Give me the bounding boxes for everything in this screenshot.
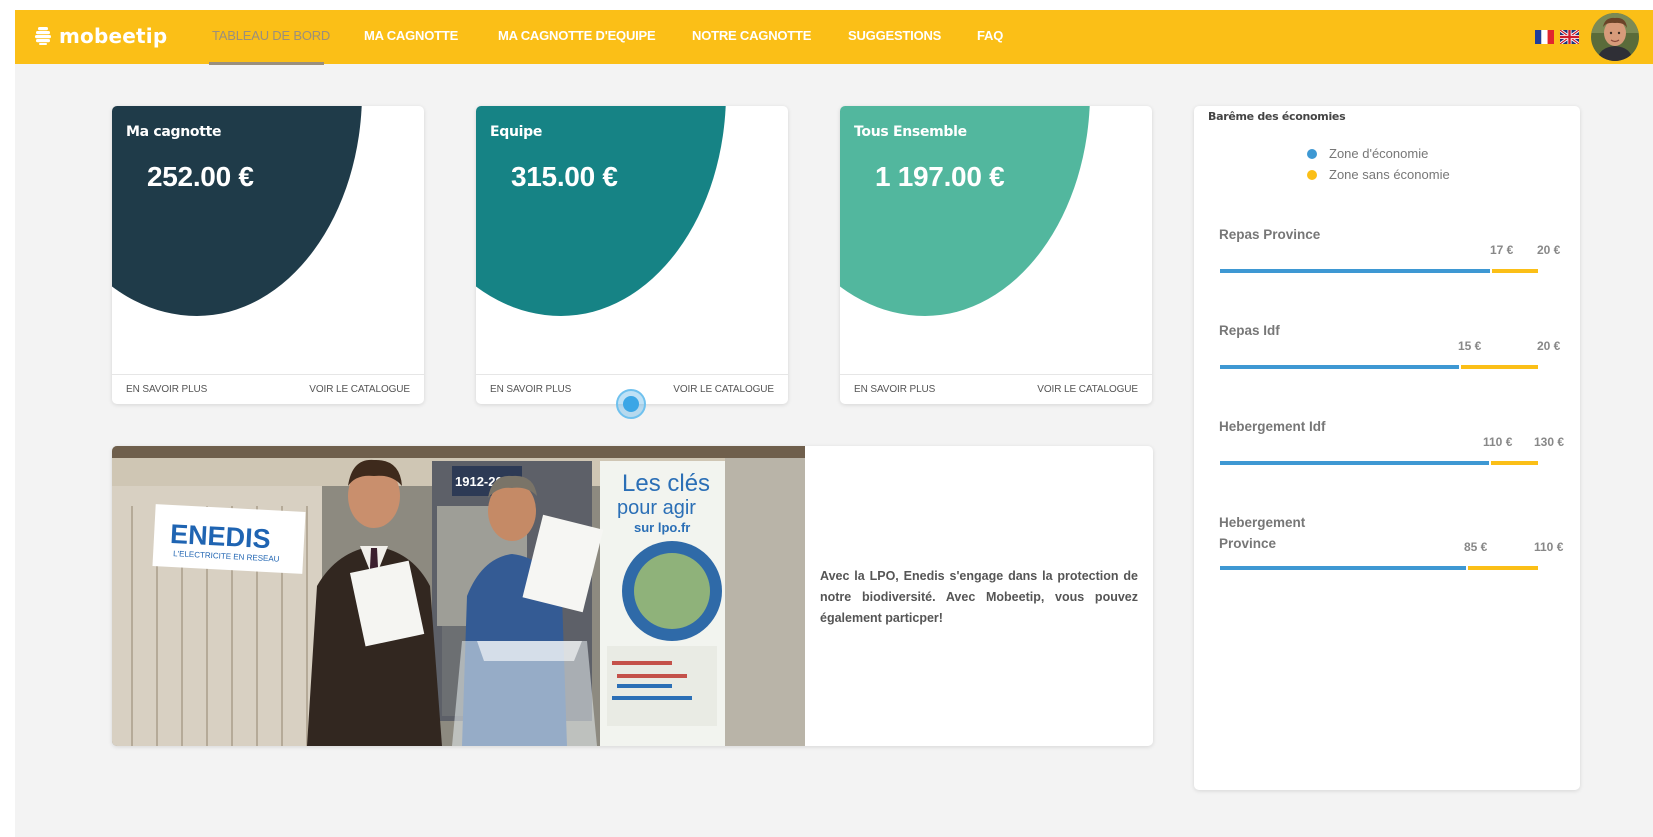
bar-economy-zone [1220, 566, 1466, 570]
card-title: Equipe [490, 124, 543, 140]
avatar-image [1591, 13, 1639, 61]
beehive-icon [35, 27, 51, 45]
legend-item-no-economy: Zone sans économie [1307, 167, 1450, 182]
rate-max-value: 130 € [1534, 435, 1565, 449]
news-card[interactable]: ENEDIS L'ELECTRICITE EN RESEAU 1912-2012… [112, 446, 1153, 746]
card-footer: EN SAVOIR PLUS VOIR LE CATALOGUE [840, 374, 1152, 404]
nav-notre-cagnotte[interactable]: NOTRE CAGNOTTE [692, 28, 811, 43]
click-indicator [616, 389, 646, 419]
panel-title: Barême des économies [1208, 110, 1346, 123]
news-text: Avec la LPO, Enedis s'engage dans la pro… [820, 569, 1138, 625]
rate-economy-value: 85 € [1464, 540, 1488, 554]
brand-name: mobeetip [59, 24, 168, 48]
card-equipe: Equipe 315.00 € EN SAVOIR PLUS VOIR LE C… [476, 106, 788, 404]
rate-bar [1220, 269, 1554, 273]
learn-more-link[interactable]: EN SAVOIR PLUS [490, 384, 571, 395]
rate-max-value: 20 € [1537, 243, 1561, 257]
rate-label: Repas Province [1219, 227, 1321, 242]
rate-economy-value: 110 € [1483, 435, 1513, 449]
bar-no-economy-zone [1468, 566, 1538, 570]
view-catalogue-link[interactable]: VOIR LE CATALOGUE [673, 384, 774, 395]
top-navbar: mobeetip TABLEAU DE BORD MA CAGNOTTE MA … [15, 10, 1653, 65]
view-catalogue-link[interactable]: VOIR LE CATALOGUE [1037, 384, 1138, 395]
poster-title: Les clés [622, 470, 710, 497]
card-ma-cagnotte: Ma cagnotte 252.00 € EN SAVOIR PLUS VOIR… [112, 106, 424, 404]
nav-tableau-de-bord[interactable]: TABLEAU DE BORD [212, 28, 330, 43]
learn-more-link[interactable]: EN SAVOIR PLUS [854, 384, 935, 395]
rate-max-value: 110 € [1534, 540, 1564, 554]
bar-economy-zone [1220, 269, 1490, 273]
learn-more-link[interactable]: EN SAVOIR PLUS [126, 384, 207, 395]
rate-label: Repas Idf [1219, 323, 1280, 338]
bar-economy-zone [1220, 461, 1489, 465]
rate-label: Hebergement Province [1219, 515, 1306, 551]
card-title: Ma cagnotte [126, 124, 222, 140]
card-footer: EN SAVOIR PLUS VOIR LE CATALOGUE [112, 374, 424, 404]
nav-suggestions[interactable]: SUGGESTIONS [848, 28, 941, 43]
app-root: mobeetip TABLEAU DE BORD MA CAGNOTTE MA … [15, 10, 1653, 837]
card-title: Tous Ensemble [854, 124, 967, 140]
view-catalogue-link[interactable]: VOIR LE CATALOGUE [309, 384, 410, 395]
legend-label: Zone sans économie [1329, 167, 1450, 182]
rate-bar [1220, 566, 1554, 570]
brand-logo[interactable]: mobeetip [35, 23, 167, 49]
legend-dot [1307, 169, 1317, 180]
nav-ma-cagnotte[interactable]: MA CAGNOTTE [364, 28, 458, 43]
legend-label: Zone d'économie [1329, 146, 1429, 161]
legend-item-economy: Zone d'économie [1307, 146, 1428, 161]
news-photo: ENEDIS L'ELECTRICITE EN RESEAU 1912-2012… [112, 446, 805, 746]
uk-flag-icon[interactable] [1560, 30, 1579, 44]
legend-dot [1307, 148, 1317, 159]
card-tous-ensemble: Tous Ensemble 1 197.00 € EN SAVOIR PLUS … [840, 106, 1152, 404]
savings-scale-panel: Barême des économies Zone d'économie Zon… [1194, 106, 1580, 790]
user-avatar[interactable] [1591, 13, 1639, 61]
bar-no-economy-zone [1461, 365, 1538, 369]
rate-economy-value: 15 € [1458, 339, 1482, 353]
card-amount: 1 197.00 € [875, 161, 1005, 192]
nav-ma-cagnotte-equipe[interactable]: MA CAGNOTTE D'EQUIPE [498, 28, 656, 43]
nav-faq[interactable]: FAQ [977, 28, 1003, 43]
rate-label: Hebergement Idf [1219, 419, 1326, 434]
rate-bar [1220, 365, 1554, 369]
card-amount: 252.00 € [147, 161, 254, 192]
poster-sub: sur lpo.fr [634, 520, 690, 535]
nav-active-indicator [209, 62, 324, 65]
rate-economy-value: 17 € [1490, 243, 1514, 257]
poster-line2: pour agir [617, 497, 696, 519]
bar-no-economy-zone [1491, 461, 1538, 465]
bar-no-economy-zone [1492, 269, 1538, 273]
card-amount: 315.00 € [511, 161, 618, 192]
french-flag-icon[interactable] [1535, 30, 1554, 44]
rate-bar [1220, 461, 1554, 465]
bar-economy-zone [1220, 365, 1459, 369]
rate-max-value: 20 € [1537, 339, 1561, 353]
